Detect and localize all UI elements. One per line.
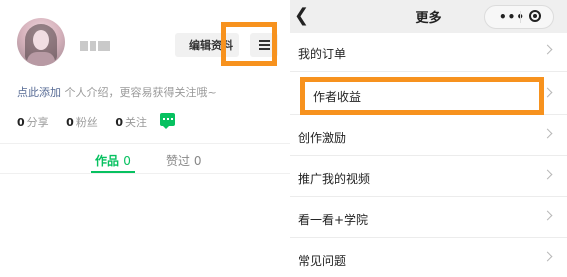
- nav-bar: ❮ 更多 •••: [290, 0, 567, 33]
- list-item-label: 我的订单: [298, 47, 347, 61]
- list-item-orders[interactable]: 我的订单: [290, 33, 567, 72]
- list-item-promote-video[interactable]: 推广我的视频: [290, 158, 567, 197]
- chevron-right-icon: [542, 169, 553, 180]
- close-target-icon[interactable]: [529, 10, 541, 22]
- list-item-label: 常见问题: [298, 254, 347, 268]
- miniprogram-capsule: •••: [484, 5, 554, 29]
- list-item-faq[interactable]: 常见问题: [290, 240, 567, 277]
- chevron-right-icon: [542, 210, 553, 221]
- list-item-creation-incentive[interactable]: 创作激励: [290, 117, 567, 156]
- list-item-label: 看一看+学院: [298, 213, 369, 227]
- list-item-label: 创作激励: [298, 131, 347, 145]
- message-icon[interactable]: [160, 113, 175, 129]
- tab-divider: [0, 173, 290, 174]
- stat-followers[interactable]: 0 粉丝: [66, 114, 98, 130]
- profile-intro: 点此添加 个人介绍，更容易获得关注哦~: [17, 84, 217, 100]
- chevron-right-icon: [542, 87, 553, 98]
- profile-panel: 编辑资料 点此添加 个人介绍，更容易获得关注哦~ 0 分享 0 粉丝 0 关注 作品 …: [0, 0, 290, 277]
- divider: [0, 143, 290, 144]
- chevron-right-icon: [542, 251, 553, 262]
- tab-likes[interactable]: 赞过 0: [166, 152, 201, 169]
- avatar[interactable]: [17, 18, 65, 66]
- list-item-academy[interactable]: 看一看+学院: [290, 199, 567, 238]
- stat-shares[interactable]: 0 分享: [17, 114, 49, 130]
- stat-following[interactable]: 0 关注: [115, 114, 147, 130]
- menu-highlight-box: [221, 22, 277, 66]
- tab-works[interactable]: 作品 0: [95, 152, 131, 169]
- add-intro-link[interactable]: 点此添加: [17, 86, 61, 99]
- list-item-label: 推广我的视频: [298, 172, 371, 186]
- earnings-highlight-box: [300, 77, 544, 115]
- chevron-right-icon: [542, 128, 553, 139]
- chevron-right-icon: [542, 44, 553, 55]
- intro-hint: 个人介绍，更容易获得关注哦~: [64, 86, 217, 99]
- more-panel: ❮ 更多 ••• 我的订单 作者收益 创作激励 推广我的视频 看一看+学院 常见…: [290, 0, 567, 277]
- profile-stats: 0 分享 0 粉丝 0 关注: [17, 114, 161, 130]
- more-dots-icon[interactable]: •••: [499, 11, 525, 23]
- username-blurred: [80, 36, 114, 51]
